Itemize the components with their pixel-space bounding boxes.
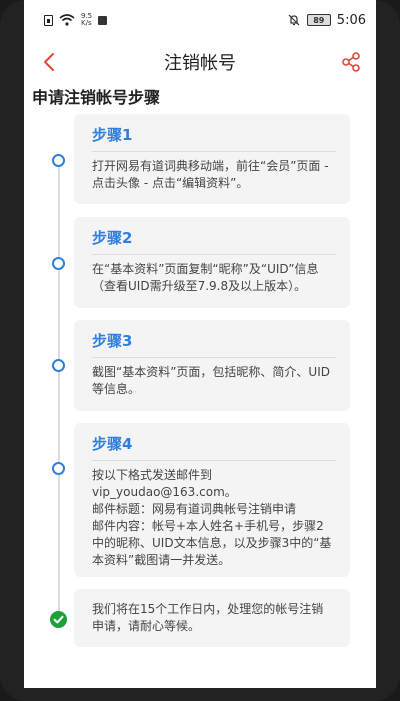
timeline-dot-step3 <box>52 359 65 372</box>
divider <box>92 357 336 358</box>
step-card-1: 步骤1 打开网易有道词典移动端，前往“会员”页面 - 点击头像 - 点击“编辑资… <box>74 114 350 204</box>
clock: 5:06 <box>336 12 366 28</box>
page-title: 注销帐号 <box>164 53 236 74</box>
divider <box>92 254 336 255</box>
speed-unit: K/s <box>81 19 92 27</box>
mute-bell-icon <box>288 14 300 26</box>
timeline-dot-step1 <box>52 154 65 167</box>
step-card-3: 步骤3 截图“基本资料”页面，包括昵称、简介、UID 等信息。 <box>74 320 350 411</box>
wifi-icon <box>59 14 75 26</box>
content-area[interactable]: 申请注销帐号步骤 步骤1 打开网易有道词典移动端，前往“会员”页面 - 点击头像… <box>24 84 376 688</box>
notification-icon <box>98 15 108 25</box>
step-title: 步骤2 <box>92 229 133 247</box>
status-bar: 9.5 K/s 89 5:06 <box>24 0 376 40</box>
step-title: 步骤3 <box>92 332 133 350</box>
final-note: 我们将在15个工作日内，处理您的帐号注销 申请，请耐心等候。 <box>92 602 324 633</box>
step-title: 步骤1 <box>92 126 133 144</box>
step-card-4: 步骤4 按以下格式发送邮件到 vip_youdao@163.com。 邮件标题：… <box>74 423 350 577</box>
step-description: 在“基本资料”页面复制“昵称”及“UID”信息 （查看UID需升级至7.9.8及… <box>92 262 319 293</box>
network-speed: 9.5 K/s <box>81 13 92 27</box>
timeline-check <box>50 611 67 628</box>
section-title: 申请注销帐号步骤 <box>32 88 161 107</box>
step-description: 按以下格式发送邮件到 vip_youdao@163.com。 邮件标题：网易有道… <box>92 468 332 567</box>
check-icon <box>53 615 64 624</box>
step-card-2: 步骤2 在“基本资料”页面复制“昵称”及“UID”信息 （查看UID需升级至7.… <box>74 217 350 308</box>
back-arrow-icon[interactable] <box>38 50 60 74</box>
step-title: 步骤4 <box>92 435 133 453</box>
timeline-dot-step2 <box>52 257 65 270</box>
step-description: 截图“基本资料”页面，包括昵称、简介、UID 等信息。 <box>92 365 330 396</box>
timeline-dot-step4 <box>52 462 65 475</box>
app-header: 注销帐号 <box>24 40 376 84</box>
timeline-line <box>58 159 60 614</box>
sim-card-icon <box>44 14 53 26</box>
divider <box>92 460 336 461</box>
final-note-card: 我们将在15个工作日内，处理您的帐号注销 申请，请耐心等候。 <box>74 589 350 647</box>
step-description: 打开网易有道词典移动端，前往“会员”页面 - 点击头像 - 点击“编辑资料”。 <box>92 159 329 190</box>
battery-indicator: 89 <box>306 14 331 26</box>
divider <box>92 151 336 152</box>
share-icon[interactable] <box>340 50 362 74</box>
screen: 9.5 K/s 89 5:06 注销帐号 申请注销帐号步骤 步骤1 打开网易有道… <box>24 0 376 688</box>
